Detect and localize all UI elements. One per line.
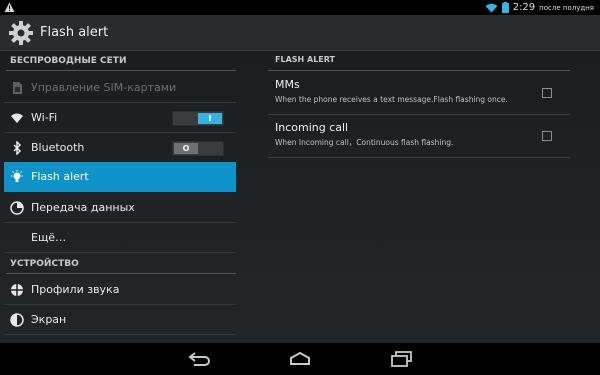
recent-apps-icon (391, 351, 412, 367)
flash-alert-detail: FLASH ALERT MMs When the phone receives … (268, 51, 570, 343)
sidebar-item-label: Передача данных (31, 201, 135, 214)
data-usage-icon (10, 201, 24, 215)
display-icon (10, 313, 24, 327)
pref-incoming-call[interactable]: Incoming call When Incoming call，Continu… (268, 116, 570, 158)
sidebar-item-sim-management[interactable]: Управление SIM-картами (4, 73, 236, 103)
wifi-icon (11, 113, 23, 123)
sidebar-item-label: Управление SIM-картами (31, 81, 177, 94)
settings-list: БЕСПРОВОДНЫЕ СЕТИ Управление SIM-картами… (0, 51, 240, 343)
toggle-knob: I (198, 113, 222, 124)
sidebar-item-more[interactable]: Ещё… (4, 223, 236, 253)
home-button[interactable] (282, 348, 318, 370)
sidebar-item-label: Bluetooth (31, 141, 85, 154)
pref-summary: When the phone receives a text message.F… (275, 95, 508, 104)
incoming-call-checkbox[interactable] (542, 131, 552, 141)
wifi-toggle[interactable]: I (172, 111, 224, 126)
navigation-bar (0, 343, 600, 375)
status-time: 2:29 (512, 2, 536, 13)
detail-header: FLASH ALERT (268, 55, 570, 71)
page-title: Flash alert (40, 25, 109, 40)
wifi-icon (485, 3, 498, 12)
home-icon (290, 352, 310, 365)
pref-title: MMs (275, 78, 300, 91)
sidebar-item-display[interactable]: Экран (4, 305, 236, 335)
sidebar-item-label: Wi-Fi (31, 111, 58, 124)
sidebar-item-flash-alert[interactable]: Flash alert (4, 162, 236, 192)
sidebar-item-label: Экран (31, 313, 67, 326)
bluetooth-toggle[interactable]: O (172, 141, 224, 156)
sidebar-item-bluetooth[interactable]: Bluetooth O (4, 133, 236, 163)
bluetooth-icon (13, 141, 22, 155)
section-header-device: УСТРОЙСТВО (6, 254, 236, 274)
pref-summary: When Incoming call，Continuous flash flas… (275, 138, 454, 147)
toggle-knob: O (174, 143, 198, 154)
sim-icon (13, 82, 22, 94)
back-icon (188, 352, 210, 366)
sidebar-item-label: Профили звука (31, 283, 120, 296)
bulb-icon (11, 170, 23, 182)
status-bar: 2:29 после полудня (0, 0, 600, 15)
status-ampm: после полудня (539, 3, 594, 12)
sidebar-item-wifi[interactable]: Wi-Fi I (4, 103, 236, 133)
settings-gear-icon[interactable] (8, 20, 34, 46)
mms-checkbox[interactable] (542, 88, 552, 98)
sidebar-item-label: Flash alert (31, 170, 89, 183)
settings-main: БЕСПРОВОДНЫЕ СЕТИ Управление SIM-картами… (0, 51, 600, 343)
back-button[interactable] (182, 348, 218, 370)
section-header-wireless: БЕСПРОВОДНЫЕ СЕТИ (6, 51, 236, 71)
recent-apps-button[interactable] (383, 348, 419, 370)
action-bar: Flash alert (0, 15, 600, 51)
sound-profile-icon (11, 284, 23, 296)
warning-icon (4, 2, 15, 12)
sidebar-item-label: Ещё… (31, 231, 67, 244)
sidebar-item-sound-profiles[interactable]: Профили звука (4, 275, 236, 305)
sidebar-item-data-usage[interactable]: Передача данных (4, 193, 236, 223)
pref-title: Incoming call (275, 121, 349, 134)
pref-mms[interactable]: MMs When the phone receives a text messa… (268, 73, 570, 115)
battery-icon (501, 2, 509, 13)
